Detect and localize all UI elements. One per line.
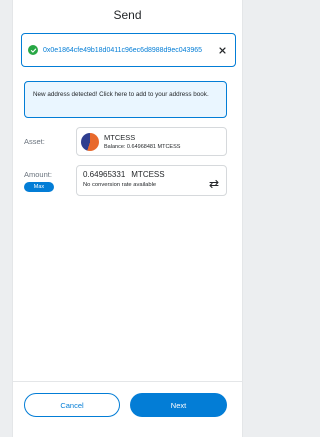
page-title: Send [113, 8, 142, 22]
asset-name: MTCESS [104, 133, 136, 142]
amount-unit: MTCESS [131, 170, 165, 179]
conversion-rate: No conversion rate available [83, 182, 157, 188]
max-button[interactable]: Max [24, 182, 54, 192]
next-button[interactable]: Next [130, 393, 227, 417]
amount-input[interactable]: 0.64965331 MTCESS No conversion rate ava… [76, 165, 227, 196]
asset-label: Asset: [24, 137, 45, 146]
amount-value[interactable]: 0.64965331 [83, 170, 125, 179]
recipient-address-field[interactable]: 0x0e1864cfe49b18d0411c96ec6d8988d9ec0439… [21, 33, 236, 67]
asset-selector[interactable]: MTCESS Balance: 0.64968481 MTCESS [76, 127, 227, 156]
new-address-notice[interactable]: New address detected! Click here to add … [24, 81, 227, 118]
token-icon [81, 132, 99, 151]
close-icon[interactable] [215, 43, 229, 57]
check-circle-icon [28, 45, 38, 55]
send-panel: Send 0x0e1864cfe49b18d0411c96ec6d8988d9e… [12, 0, 243, 437]
swap-icon[interactable] [208, 176, 220, 189]
recipient-address: 0x0e1864cfe49b18d0411c96ec6d8988d9ec0439… [43, 46, 203, 54]
amount-label: Amount: [24, 170, 52, 179]
footer-divider [13, 381, 242, 382]
asset-balance: Balance: 0.64968481 MTCESS [104, 144, 181, 150]
cancel-button[interactable]: Cancel [24, 393, 120, 417]
